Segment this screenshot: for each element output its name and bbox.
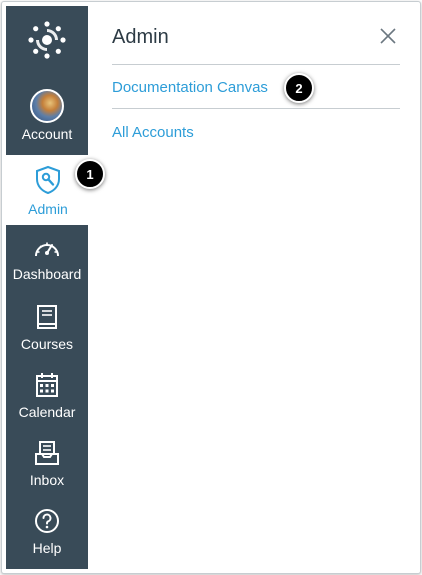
nav-item-account[interactable]: Account bbox=[6, 89, 88, 149]
tray-title: Admin bbox=[112, 26, 169, 48]
nav-item-calendar-label: Calendar bbox=[18, 404, 76, 420]
callout-badge-2: 2 bbox=[284, 73, 314, 103]
nav-item-courses-label: Courses bbox=[20, 336, 74, 352]
app-window: Account Admin Dashboard Courses Calendar… bbox=[1, 1, 421, 574]
nav-item-account-label: Account bbox=[21, 126, 73, 142]
nav-item-dashboard-label: Dashboard bbox=[12, 266, 82, 282]
global-navigation: Account Admin Dashboard Courses Calendar… bbox=[6, 6, 90, 569]
account-link-documentation-canvas[interactable]: Documentation Canvas bbox=[112, 79, 268, 96]
nav-item-help-label: Help bbox=[32, 540, 62, 556]
nav-item-dashboard[interactable]: Dashboard bbox=[6, 236, 88, 294]
nav-item-courses[interactable]: Courses bbox=[6, 304, 88, 362]
nav-item-inbox[interactable]: Inbox bbox=[6, 440, 88, 498]
speedometer-icon bbox=[33, 236, 61, 263]
nav-item-admin-label: Admin bbox=[28, 201, 68, 217]
close-icon[interactable] bbox=[378, 26, 398, 46]
nav-item-calendar[interactable]: Calendar bbox=[6, 372, 88, 430]
divider bbox=[112, 108, 400, 109]
divider bbox=[112, 64, 400, 65]
inbox-icon bbox=[34, 440, 60, 469]
nav-item-help[interactable]: Help bbox=[6, 508, 88, 566]
avatar bbox=[30, 89, 64, 123]
admin-tray: Admin Documentation Canvas All Accounts bbox=[112, 2, 402, 573]
shield-wrench-icon bbox=[34, 165, 62, 198]
book-icon bbox=[35, 304, 59, 333]
question-circle-icon bbox=[34, 508, 60, 537]
canvas-logo-icon[interactable] bbox=[25, 18, 69, 67]
calendar-icon bbox=[35, 372, 59, 401]
nav-item-inbox-label: Inbox bbox=[29, 472, 65, 488]
callout-badge-1: 1 bbox=[75, 159, 105, 189]
account-link-all-accounts[interactable]: All Accounts bbox=[112, 124, 194, 141]
